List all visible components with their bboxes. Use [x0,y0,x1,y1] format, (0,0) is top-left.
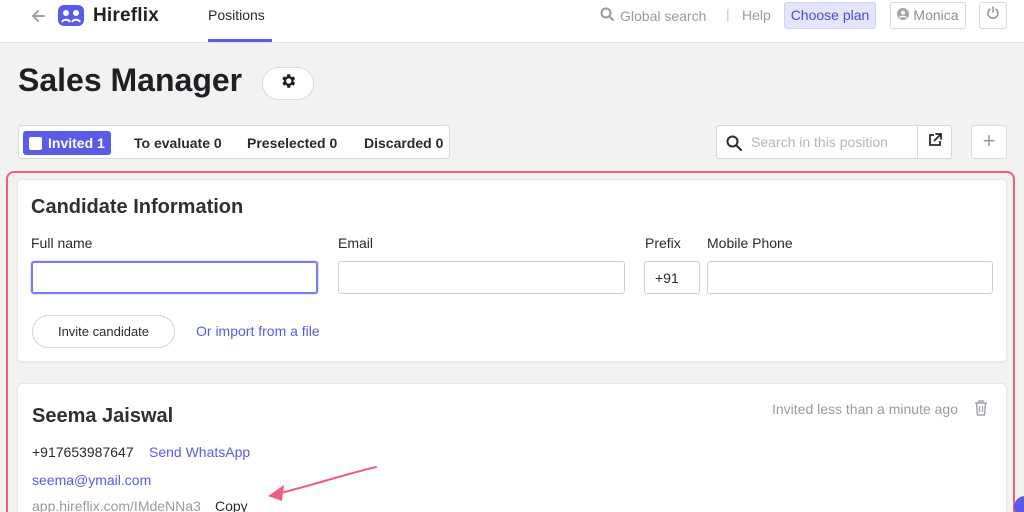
candidate-phone: +917653987647 [32,444,134,460]
prefix-field[interactable] [644,261,700,294]
mobile-phone-field[interactable] [707,261,993,294]
hireflix-logo-icon [58,5,84,26]
tab-invited[interactable]: Invited 1 [23,131,111,155]
position-search [716,125,952,159]
nav-positions[interactable]: Positions [208,7,265,23]
trash-icon [973,400,989,421]
interview-link: app.hireflix.com/IMdeNNa3 [32,498,201,512]
copy-link-button[interactable]: Copy [215,498,248,512]
import-from-file-link[interactable]: Or import from a file [196,323,320,339]
tab-invited-label: Invited 1 [48,135,105,151]
brand-name: Hireflix [93,5,160,26]
annotation-arrow-icon [268,466,377,501]
card-title: Candidate Information [31,196,244,218]
user-icon [897,3,910,28]
prefix-label: Prefix [645,235,681,251]
full-name-label: Full name [31,235,93,251]
user-name: Monica [913,7,959,23]
choose-plan-button[interactable]: Choose plan [784,2,876,29]
invited-timestamp: Invited less than a minute ago [771,401,958,417]
candidate-information-card: Candidate Information Full name Email Pr… [17,179,1007,362]
candidate-card: Seema Jaiswal Invited less than a minute… [17,383,1007,512]
tab-discarded[interactable]: Discarded 0 [364,131,443,155]
checkbox-icon [29,136,42,150]
help-link[interactable]: Help [742,7,771,23]
delete-candidate-button[interactable] [973,399,989,417]
external-link-icon [928,132,942,152]
back-arrow-icon[interactable] [29,7,47,25]
email-field[interactable] [338,261,625,294]
global-search-label: Global search [620,7,707,24]
candidate-status-tabs: Invited 1 To evaluate 0 Preselected 0 Di… [18,125,450,159]
nav-active-underline [208,39,272,42]
email-label: Email [338,235,374,251]
invite-candidate-button[interactable]: Invite candidate [32,315,175,348]
position-search-input[interactable] [751,127,917,157]
add-button[interactable]: + [971,125,1007,159]
gear-icon [279,72,297,95]
search-icon [726,135,742,151]
position-settings-button[interactable] [262,67,314,100]
mobile-phone-label: Mobile Phone [707,235,793,251]
logout-button[interactable] [979,2,1007,29]
tab-to-evaluate[interactable]: To evaluate 0 [134,131,222,155]
user-menu-button[interactable]: Monica [890,2,966,29]
open-external-button[interactable] [918,126,952,158]
candidate-email-link[interactable]: seema@ymail.com [32,472,151,488]
chat-bubble-icon[interactable] [1014,496,1024,512]
tab-preselected[interactable]: Preselected 0 [247,131,337,155]
top-bar: Hireflix Positions Global search | Help … [0,0,1024,43]
header-divider: | [726,6,730,22]
candidate-name: Seema Jaiswal [32,405,174,427]
power-icon [986,6,1000,25]
send-whatsapp-link[interactable]: Send WhatsApp [149,444,250,460]
full-name-field[interactable] [31,261,318,294]
global-search-button[interactable]: Global search [600,7,706,24]
search-icon [600,7,614,24]
page-title: Sales Manager [18,62,243,98]
